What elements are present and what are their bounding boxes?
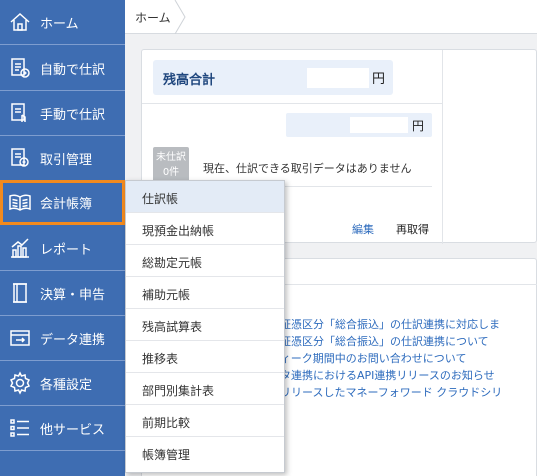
badge-label: 未仕訳 xyxy=(156,152,186,163)
sidebar-item-label: データ連携 xyxy=(40,332,106,348)
account-balance-box: 円 xyxy=(286,113,432,137)
news-link[interactable]: ータ連携におけるAPI連携リリースのお知らせ xyxy=(269,367,495,383)
submenu-item-general-ledger[interactable]: 総勘定元帳 xyxy=(126,245,284,277)
submenu-item-book-management[interactable]: 帳簿管理 xyxy=(126,437,284,469)
sidebar: ホーム 自動で仕訳 手動で仕訳 取引管理 会計帳簿 レポート 決算・申告 データ… xyxy=(0,0,125,476)
sidebar-item-label: 自動で仕訳 xyxy=(40,62,106,78)
sidebar-item-other-services[interactable]: 他サービス xyxy=(0,406,125,451)
unjournaled-badge: 未仕訳 0件 xyxy=(153,147,189,183)
card-column-divider xyxy=(442,50,443,244)
submenu-item-cash-ledger[interactable]: 現預金出納帳 xyxy=(126,213,284,245)
sidebar-item-settings[interactable]: 各種設定 xyxy=(0,361,125,406)
chart-icon xyxy=(0,226,40,271)
news-link[interactable]: の証憑区分「総合振込」の仕訳連携について xyxy=(269,333,489,349)
sidebar-item-label: レポート xyxy=(40,242,93,258)
sidebar-item-auto-journal[interactable]: 自動で仕訳 xyxy=(0,46,125,91)
home-icon xyxy=(0,0,40,45)
list-icon xyxy=(0,406,40,451)
breadcrumb-separator-icon xyxy=(174,0,186,34)
sidebar-item-data-sync[interactable]: データ連携 xyxy=(0,316,125,361)
document-icon xyxy=(0,271,40,316)
sidebar-item-settlement[interactable]: 決算・申告 xyxy=(0,271,125,316)
sidebar-item-label: 決算・申告 xyxy=(40,287,106,303)
account-balance-unit: 円 xyxy=(412,119,425,133)
sidebar-item-label: 各種設定 xyxy=(40,377,93,393)
balance-total-unit: 円 xyxy=(372,72,386,87)
sidebar-item-label: 取引管理 xyxy=(40,152,93,168)
no-transactions-notice: 現在、仕訳できる取引データはありません xyxy=(203,162,412,175)
sidebar-item-home[interactable]: ホーム xyxy=(0,0,125,45)
news-link[interactable]: にリリースしたマネーフォワード クラウドシリ xyxy=(269,384,502,400)
sidebar-item-label: 会計帳簿 xyxy=(40,196,93,212)
submenu-item-sub-ledger[interactable]: 補助元帳 xyxy=(126,277,284,309)
badge-count: 0件 xyxy=(162,167,180,178)
transaction-icon xyxy=(0,136,40,181)
submenu-item-department-summary[interactable]: 部門別集計表 xyxy=(126,373,284,405)
gear-icon xyxy=(0,361,40,406)
breadcrumb-home[interactable]: ホーム xyxy=(135,9,171,26)
balance-total-box: 残高合計 円 xyxy=(153,60,393,95)
manual-journal-icon xyxy=(0,91,40,136)
submenu-item-prior-period[interactable]: 前期比較 xyxy=(126,405,284,437)
auto-journal-icon xyxy=(0,46,40,91)
balance-total-value xyxy=(307,68,369,88)
sidebar-item-transactions[interactable]: 取引管理 xyxy=(0,136,125,181)
balance-total-label: 残高合計 xyxy=(163,73,216,88)
breadcrumb: ホーム xyxy=(125,0,537,34)
sidebar-item-manual-journal[interactable]: 手動で仕訳 xyxy=(0,91,125,136)
sidebar-item-reports[interactable]: レポート xyxy=(0,226,125,271)
account-balance-value xyxy=(350,117,408,133)
sidebar-item-label: ホーム xyxy=(40,16,79,32)
book-icon xyxy=(0,180,40,225)
news-link[interactable]: の証憑区分「総合振込」の仕訳連携に対応しま xyxy=(269,316,500,332)
submenu-item-journal[interactable]: 仕訳帳 xyxy=(126,181,284,213)
submenu-item-trial-balance[interactable]: 残高試算表 xyxy=(126,309,284,341)
news-link[interactable]: フィーク期間中のお問い合わせについて xyxy=(269,350,466,366)
books-submenu: 仕訳帳 現預金出納帳 総勘定元帳 補助元帳 残高試算表 推移表 部門別集計表 前… xyxy=(125,180,285,473)
sidebar-item-books[interactable]: 会計帳簿 xyxy=(0,180,125,225)
sidebar-item-label: 他サービス xyxy=(40,422,106,438)
sidebar-item-label: 手動で仕訳 xyxy=(40,107,106,123)
edit-link[interactable]: 編集 xyxy=(352,221,374,237)
sync-icon xyxy=(0,316,40,361)
refresh-link[interactable]: 再取得 xyxy=(396,221,429,237)
submenu-item-trend[interactable]: 推移表 xyxy=(126,341,284,373)
divider xyxy=(142,103,442,104)
